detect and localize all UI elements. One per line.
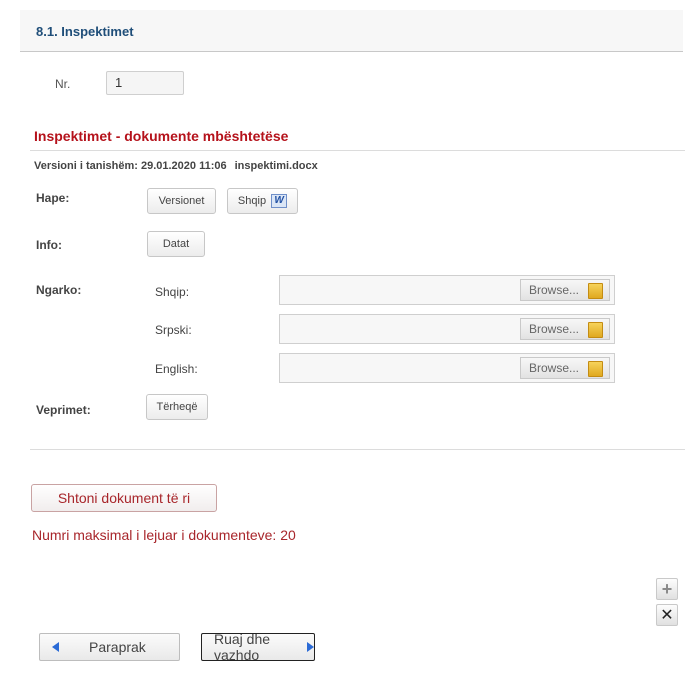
back-label: Paraprak	[89, 639, 146, 655]
actions-label: Veprimet:	[36, 403, 91, 417]
folder-icon	[588, 361, 603, 377]
browse-shqip-label: Browse...	[529, 283, 580, 297]
open-label: Hape:	[36, 191, 70, 205]
open-shqip-button[interactable]: Shqip W	[227, 188, 298, 214]
arrow-left-icon	[52, 642, 59, 652]
save-continue-label: Ruaj dhe vazhdo	[214, 631, 271, 663]
upload-srpski-field[interactable]: Browse...	[279, 314, 615, 344]
folder-icon	[588, 322, 603, 338]
word-icon: W	[271, 194, 288, 208]
open-shqip-label: Shqip	[237, 195, 267, 207]
upload-label: Ngarko:	[36, 283, 82, 297]
browse-english-label: Browse...	[529, 361, 580, 375]
documents-divider	[30, 150, 685, 151]
upload-lang-english-label: English:	[155, 362, 198, 376]
max-documents-text: Numri maksimal i lejuar i dokumenteve: 2…	[32, 527, 296, 543]
folder-icon	[588, 283, 603, 299]
plus-icon[interactable]: +	[656, 578, 678, 600]
current-version-line: Versioni i tanishëm: 29.01.2020 11:06 ins…	[34, 160, 318, 172]
save-continue-button[interactable]: Ruaj dhe vazhdo	[201, 631, 315, 663]
upload-shqip-field[interactable]: Browse...	[279, 275, 615, 305]
upload-english-field[interactable]: Browse...	[279, 353, 615, 383]
upload-lang-srpski-label: Srpski:	[155, 323, 192, 337]
add-document-button[interactable]: Shtoni dokument të ri	[31, 484, 217, 512]
versions-button[interactable]: Versionet	[147, 188, 216, 214]
arrow-right-icon	[307, 642, 314, 652]
x-icon[interactable]: ✕	[656, 604, 678, 626]
documents-title: Inspektimet - dokumente mbështetëse	[34, 128, 289, 144]
browse-srpski-label: Browse...	[529, 322, 580, 336]
info-label: Info:	[36, 238, 62, 252]
nr-label: Nr.	[55, 77, 71, 91]
browse-english-button[interactable]: Browse...	[520, 357, 610, 379]
dates-button[interactable]: Datat	[147, 231, 205, 257]
current-version-label: Versioni i tanishëm: 29.01.2020 11:06	[34, 160, 227, 172]
section-divider	[30, 449, 685, 450]
upload-lang-shqip-label: Shqip:	[155, 285, 190, 299]
browse-shqip-button[interactable]: Browse...	[520, 279, 610, 301]
withdraw-button[interactable]: Tërheqë	[146, 394, 208, 420]
back-button[interactable]: Paraprak	[39, 633, 180, 661]
nr-input[interactable]: 1	[106, 71, 184, 95]
browse-srpski-button[interactable]: Browse...	[520, 318, 610, 340]
section-title: 8.1. Inspektimet	[36, 24, 134, 39]
current-file-name: inspektimi.docx	[234, 160, 318, 172]
